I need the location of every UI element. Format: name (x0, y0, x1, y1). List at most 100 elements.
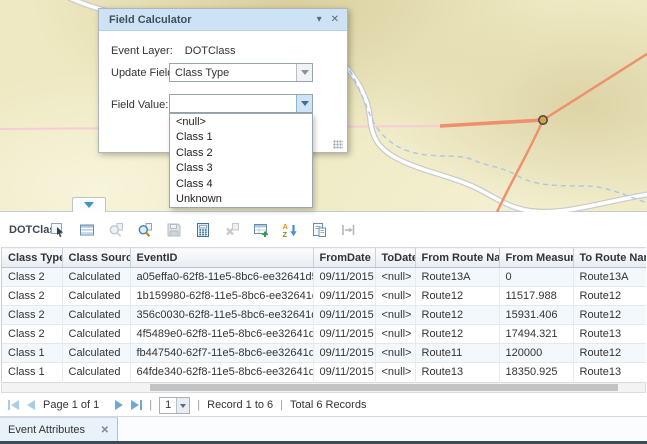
cell-to-date[interactable]: <null> (375, 306, 415, 325)
field-value-label: Field Value: (111, 99, 168, 111)
next-page-button[interactable] (115, 400, 123, 410)
cell-from-route-name[interactable]: Route11 (415, 344, 499, 363)
tab-close-icon[interactable]: ✕ (101, 425, 109, 436)
column-header[interactable]: Class Type (2, 248, 62, 268)
column-header[interactable]: From Measure (499, 248, 573, 268)
cell-to-date[interactable]: <null> (375, 344, 415, 363)
cell-from-route-name[interactable]: Route12 (415, 287, 499, 306)
cell-from-route-name[interactable]: Route13A (415, 268, 499, 287)
dialog-close-icon[interactable]: ✕ (331, 15, 339, 25)
column-header[interactable]: From Route Name (415, 248, 499, 268)
dropdown-option[interactable]: Unknown (170, 192, 312, 208)
show-selected-records-icon[interactable] (78, 221, 95, 238)
cell-to-route-name[interactable]: Route12 (573, 287, 646, 306)
cell-from-measure[interactable]: 120000 (499, 344, 573, 363)
cell-class-type[interactable]: Class 2 (2, 306, 62, 325)
cell-class-source[interactable]: Calculated (62, 306, 130, 325)
cell-class-type[interactable]: Class 1 (2, 363, 62, 382)
table-row[interactable]: Class 2 Calculated a05effa0-62f8-11e5-8b… (2, 268, 646, 287)
cell-to-route-name[interactable]: Route12 (573, 306, 646, 325)
column-header[interactable]: FromDate (313, 248, 375, 268)
zoom-to-records-icon[interactable] (136, 221, 153, 238)
last-page-button[interactable] (131, 400, 142, 410)
cell-class-type[interactable]: Class 2 (2, 325, 62, 344)
cell-event-id[interactable]: fb447540-62f7-11e5-8bc6-ee32641d5ec9 (130, 344, 313, 363)
cell-to-date[interactable]: <null> (375, 287, 415, 306)
table-row[interactable]: Class 1 Calculated fb447540-62f7-11e5-8b… (2, 344, 646, 363)
column-header[interactable]: To Route Name (573, 248, 646, 268)
cell-to-route-name[interactable]: Route12 (573, 344, 646, 363)
add-record-icon[interactable] (252, 221, 269, 238)
cell-from-route-name[interactable]: Route12 (415, 325, 499, 344)
horizontal-scrollbar[interactable] (1, 382, 646, 393)
update-field-dropdown-button[interactable] (296, 64, 312, 81)
dialog-collapse-icon[interactable]: ▾ (317, 15, 322, 25)
cell-to-route-name[interactable]: Route13A (573, 268, 646, 287)
table-row[interactable]: Class 2 Calculated 4f5489e0-62f8-11e5-8b… (2, 325, 646, 344)
cell-to-date[interactable]: <null> (375, 363, 415, 382)
dropdown-option[interactable]: Class 1 (170, 130, 312, 146)
cell-to-date[interactable]: <null> (375, 268, 415, 287)
page-select[interactable]: 1 (159, 397, 190, 414)
select-records-icon[interactable] (49, 221, 66, 238)
cell-class-type[interactable]: Class 2 (2, 268, 62, 287)
cell-to-route-name[interactable]: Route13 (573, 325, 646, 344)
column-header[interactable]: ToDate (375, 248, 415, 268)
cell-from-route-name[interactable]: Route12 (415, 306, 499, 325)
first-page-icon (11, 400, 19, 410)
cell-from-measure[interactable]: 0 (499, 268, 573, 287)
cell-event-id[interactable]: 1b159980-62f8-11e5-8bc6-ee32641d5ec9 (130, 287, 313, 306)
cell-from-date[interactable]: 09/11/2015 (313, 344, 375, 363)
dropdown-option[interactable]: <null> (170, 114, 312, 130)
dialog-titlebar[interactable]: Field Calculator ▾ ✕ (99, 9, 347, 31)
cell-from-date[interactable]: 09/11/2015 (313, 325, 375, 344)
cell-from-route-name[interactable]: Route13 (415, 363, 499, 382)
scrollbar-thumb[interactable] (150, 384, 618, 391)
field-value-select[interactable] (169, 94, 313, 113)
zoom-to-selected-icon-disabled (107, 221, 124, 238)
previous-page-button[interactable] (27, 400, 35, 410)
cell-class-source[interactable]: Calculated (62, 325, 130, 344)
cell-to-route-name[interactable]: Route13 (573, 363, 646, 382)
cell-event-id[interactable]: 356c0030-62f8-11e5-8bc6-ee32641d5ec9 (130, 306, 313, 325)
cell-from-date[interactable]: 09/11/2015 (313, 268, 375, 287)
cell-from-measure[interactable]: 18350.925 (499, 363, 573, 382)
page-select-dropdown-button[interactable] (176, 398, 189, 413)
resize-grip[interactable] (333, 140, 343, 149)
cell-class-source[interactable]: Calculated (62, 344, 130, 363)
tab-event-attributes[interactable]: Event Attributes ✕ (0, 417, 118, 442)
cell-class-source[interactable]: Calculated (62, 287, 130, 306)
cell-from-measure[interactable]: 11517.988 (499, 287, 573, 306)
cell-class-type[interactable]: Class 1 (2, 344, 62, 363)
cell-class-source[interactable]: Calculated (62, 268, 130, 287)
first-page-button[interactable] (8, 400, 19, 410)
table-row[interactable]: Class 2 Calculated 356c0030-62f8-11e5-8b… (2, 306, 646, 325)
cell-to-date[interactable]: <null> (375, 325, 415, 344)
field-calculator-icon[interactable] (194, 221, 211, 238)
bottom-tab-bar: Event Attributes ✕ (0, 416, 647, 444)
first-page-icon (8, 400, 10, 410)
cell-from-date[interactable]: 09/11/2015 (313, 363, 375, 382)
move-records-icon-disabled (339, 221, 356, 238)
dropdown-option[interactable]: Class 4 (170, 176, 312, 192)
attributes-icon[interactable] (310, 221, 327, 238)
table-row[interactable]: Class 2 Calculated 1b159980-62f8-11e5-8b… (2, 287, 646, 306)
sort-icon[interactable]: AZ (281, 221, 298, 238)
cell-from-date[interactable]: 09/11/2015 (313, 287, 375, 306)
column-header[interactable]: EventID (130, 248, 313, 268)
cell-from-measure[interactable]: 17494.321 (499, 325, 573, 344)
update-field-select[interactable]: Class Type (169, 63, 313, 82)
dropdown-option[interactable]: Class 2 (170, 145, 312, 161)
panel-collapse-button[interactable] (72, 197, 106, 212)
cell-event-id[interactable]: 64fde340-62f8-11e5-8bc6-ee32641d5ec9 (130, 363, 313, 382)
table-row[interactable]: Class 1 Calculated 64fde340-62f8-11e5-8b… (2, 363, 646, 382)
cell-class-source[interactable]: Calculated (62, 363, 130, 382)
column-header[interactable]: Class Source (62, 248, 130, 268)
field-value-dropdown-button[interactable] (296, 95, 312, 112)
cell-event-id[interactable]: a05effa0-62f8-11e5-8bc6-ee32641d5ec9 (130, 268, 313, 287)
cell-from-date[interactable]: 09/11/2015 (313, 306, 375, 325)
cell-class-type[interactable]: Class 2 (2, 287, 62, 306)
cell-from-measure[interactable]: 15931.406 (499, 306, 573, 325)
dropdown-option[interactable]: Class 3 (170, 161, 312, 177)
cell-event-id[interactable]: 4f5489e0-62f8-11e5-8bc6-ee32641d5ec9 (130, 325, 313, 344)
